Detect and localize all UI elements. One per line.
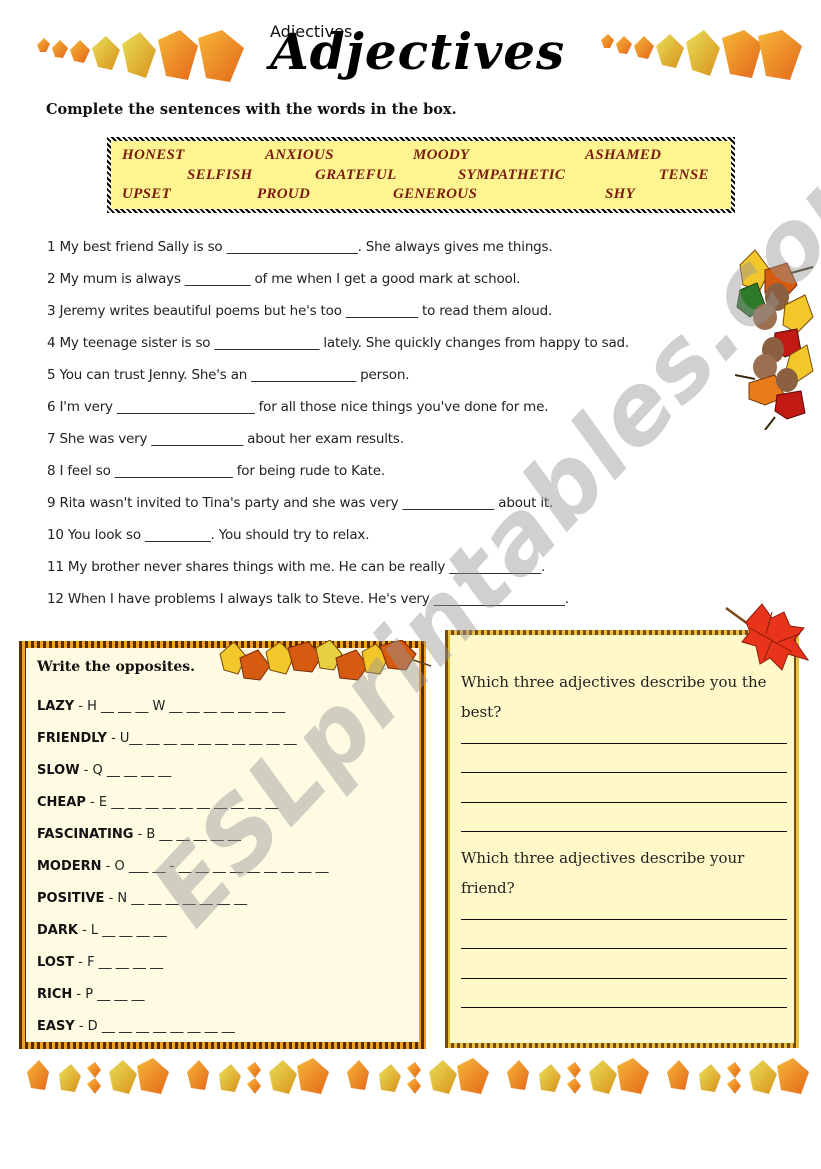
instructions: Complete the sentences with the words in… bbox=[46, 101, 457, 118]
opposite-item: LOST - F __ __ __ __ bbox=[37, 955, 164, 970]
maple-leaf-decoration bbox=[722, 602, 812, 678]
answer-blank[interactable]: - H __ __ __ W __ __ __ __ __ __ __ bbox=[74, 699, 285, 714]
word-box-item: ASHAMED bbox=[585, 147, 662, 163]
word-box-item: TENSE bbox=[659, 167, 709, 183]
leaf-garland-opposites bbox=[218, 639, 433, 689]
answer-line[interactable] bbox=[461, 948, 787, 949]
sentence-item: 8 I feel so __________________ for being… bbox=[47, 463, 385, 479]
leaf-garland-left bbox=[32, 30, 252, 90]
opposite-item: LAZY - H __ __ __ W __ __ __ __ __ __ __ bbox=[37, 699, 286, 714]
autumn-leaves-icon bbox=[667, 1058, 809, 1094]
autumn-leaves-icon bbox=[507, 1058, 649, 1094]
answer-blank[interactable]: ___________ bbox=[346, 303, 418, 319]
answer-blank[interactable]: - D __ __ __ __ __ __ __ __ bbox=[75, 1019, 235, 1034]
sentence-item: 9 Rita wasn't invited to Tina's party an… bbox=[47, 495, 554, 511]
answer-blank[interactable]: ______________ bbox=[449, 559, 541, 575]
sentence-item: 10 You look so __________. You should tr… bbox=[47, 527, 370, 543]
opposites-box: Write the opposites. LAZY - H __ __ __ W… bbox=[19, 641, 426, 1049]
answer-blank[interactable]: ________________ bbox=[251, 367, 356, 383]
answer-blank[interactable]: _____________________ bbox=[117, 399, 255, 415]
answer-blank[interactable]: - B __ __ __ __ __ bbox=[133, 827, 241, 842]
sentence-item: 11 My brother never shares things with m… bbox=[47, 559, 546, 575]
sentence-item: 12 When I have problems I always talk to… bbox=[47, 591, 569, 607]
opposite-item: CHEAP - E __ __ __ __ __ __ __ __ __ __ bbox=[37, 795, 279, 810]
word-box-item: SELFISH bbox=[187, 167, 253, 183]
answer-blank[interactable]: __________ bbox=[145, 527, 211, 543]
opposite-item: POSITIVE - N __ __ __ __ __ __ __ bbox=[37, 891, 248, 906]
answer-line[interactable] bbox=[461, 802, 787, 803]
opposites-title: Write the opposites. bbox=[37, 659, 196, 675]
autumn-leaves-icon bbox=[219, 639, 432, 681]
opposite-item: EASY - D __ __ __ __ __ __ __ __ bbox=[37, 1019, 235, 1034]
maple-leaf-icon bbox=[725, 603, 810, 671]
answer-line[interactable] bbox=[461, 772, 787, 773]
footer-leaf-border bbox=[25, 1058, 815, 1098]
autumn-leaves-icon bbox=[187, 1058, 329, 1094]
opposite-item: FASCINATING - B __ __ __ __ __ bbox=[37, 827, 241, 842]
autumn-leaves-icon bbox=[601, 30, 802, 80]
autumn-leaves-icon bbox=[37, 30, 244, 82]
page-title-text: Adjectives bbox=[270, 22, 566, 81]
answer-blank[interactable]: - U__ __ __ __ __ __ __ __ __ __ bbox=[107, 731, 297, 746]
answer-blank[interactable]: - L __ __ __ __ bbox=[78, 923, 167, 938]
word-box: HONEST ANXIOUS MOODY ASHAMED SELFISH GRA… bbox=[107, 137, 735, 213]
word-box-item: GRATEFUL bbox=[315, 167, 397, 183]
answer-blank[interactable]: ________________ bbox=[214, 335, 319, 351]
word-box-item: SYMPATHETIC bbox=[458, 167, 566, 183]
answer-blank[interactable]: ____________________ bbox=[434, 591, 565, 607]
sentence-item: 1 My best friend Sally is so ___________… bbox=[47, 239, 553, 255]
answer-blank[interactable]: - E __ __ __ __ __ __ __ __ __ __ bbox=[86, 795, 278, 810]
opposite-item: SLOW - Q __ __ __ __ bbox=[37, 763, 172, 778]
answer-blank[interactable]: ______________ bbox=[402, 495, 494, 511]
opposite-item: FRIENDLY - U__ __ __ __ __ __ __ __ __ _… bbox=[37, 731, 297, 746]
answer-blank[interactable]: - F __ __ __ __ bbox=[74, 955, 163, 970]
acorn-icon bbox=[734, 249, 814, 431]
question-text: Which three adjectives describe your fri… bbox=[461, 849, 745, 897]
sentence-item: 4 My teenage sister is so ______________… bbox=[47, 335, 630, 351]
word-box-item: UPSET bbox=[122, 186, 172, 202]
word-box-item: PROUD bbox=[257, 186, 311, 202]
word-box-item: SHY bbox=[605, 186, 636, 202]
acorn-leaves-decoration bbox=[734, 245, 815, 434]
sentence-item: 5 You can trust Jenny. She's an ________… bbox=[47, 367, 410, 383]
word-box-item: HONEST bbox=[122, 147, 185, 163]
answer-line[interactable] bbox=[461, 1007, 787, 1008]
opposite-item: MODERN - O ___ __ - __ __ __ __ __ __ __… bbox=[37, 859, 329, 874]
answer-line[interactable] bbox=[461, 919, 787, 920]
autumn-leaves-icon bbox=[347, 1058, 489, 1094]
opposite-item: RICH - P __ __ __ bbox=[37, 987, 145, 1002]
autumn-leaves-icon bbox=[27, 1058, 169, 1094]
answer-line[interactable] bbox=[461, 743, 787, 744]
sentence-item: 3 Jeremy writes beautiful poems but he's… bbox=[47, 303, 553, 319]
word-box-item: MOODY bbox=[413, 147, 470, 163]
answer-blank[interactable]: - N __ __ __ __ __ __ __ bbox=[104, 891, 247, 906]
answer-blank[interactable]: - P __ __ __ bbox=[72, 987, 144, 1002]
word-box-item: GENEROUS bbox=[393, 186, 478, 202]
sentence-list: 1 My best friend Sally is so ___________… bbox=[47, 236, 737, 620]
answer-blank[interactable]: - O ___ __ - __ __ __ __ __ __ __ __ __ bbox=[102, 859, 329, 874]
opposite-item: DARK - L __ __ __ __ bbox=[37, 923, 167, 938]
sentence-item: 6 I'm very _____________________ for all… bbox=[47, 399, 549, 415]
questions-box: Which three adjectives describe you the … bbox=[445, 630, 799, 1048]
answer-blank[interactable]: __________________ bbox=[115, 463, 233, 479]
answer-blank[interactable]: __________ bbox=[185, 271, 251, 287]
answer-line[interactable] bbox=[461, 831, 787, 832]
answer-blank[interactable]: ____________________ bbox=[227, 239, 358, 255]
sentence-item: 2 My mum is always __________ of me when… bbox=[47, 271, 521, 287]
answer-blank[interactable]: - Q __ __ __ __ bbox=[80, 763, 172, 778]
leaf-garland-right bbox=[596, 30, 806, 90]
answer-line[interactable] bbox=[461, 978, 787, 979]
word-box-item: ANXIOUS bbox=[265, 147, 334, 163]
answer-blank[interactable]: ______________ bbox=[151, 431, 243, 447]
sentence-item: 7 She was very ______________ about her … bbox=[47, 431, 404, 447]
